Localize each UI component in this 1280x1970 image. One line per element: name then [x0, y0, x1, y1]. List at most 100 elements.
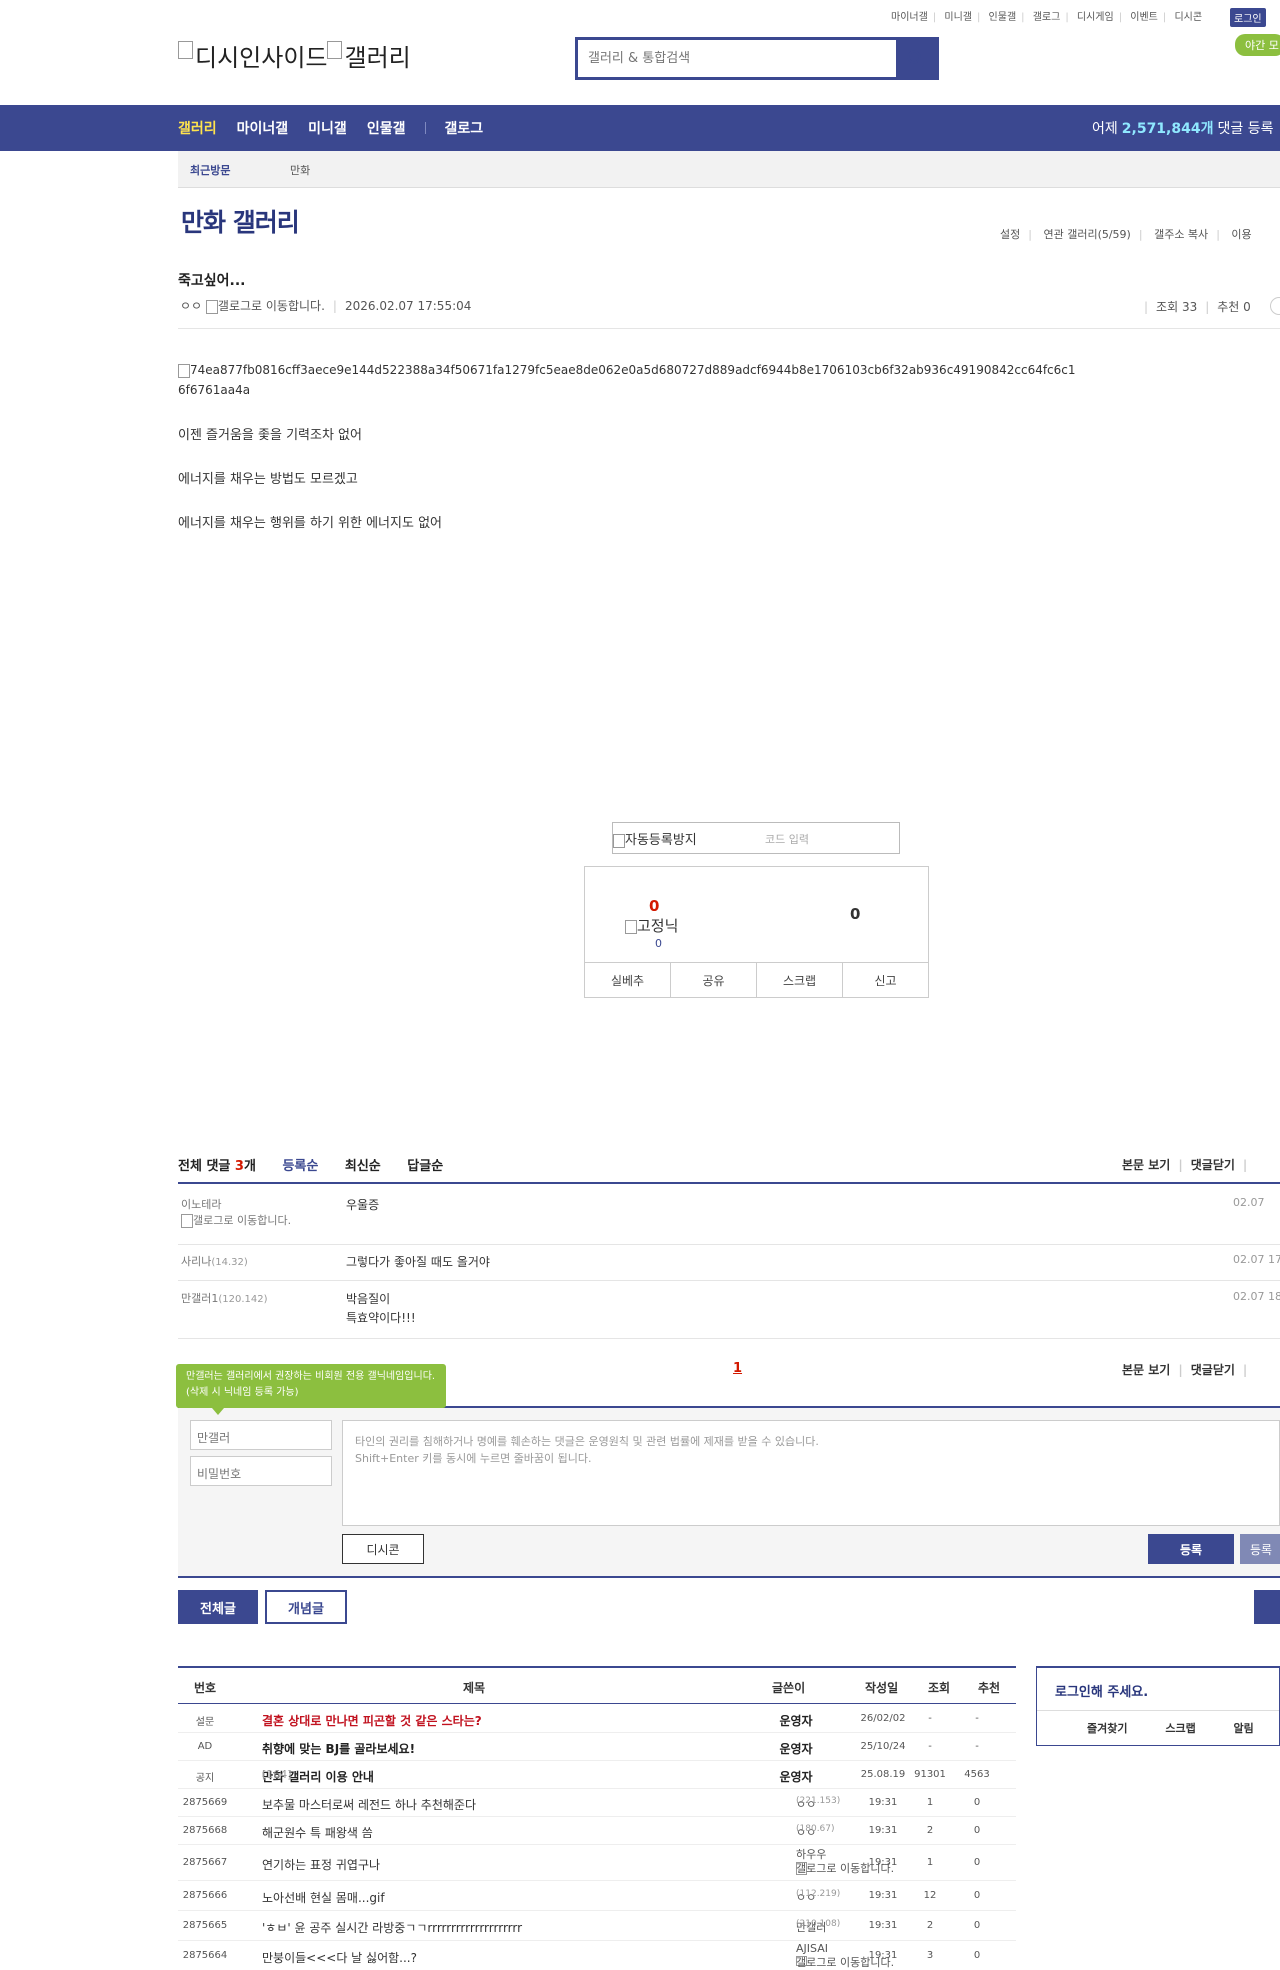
broken-image-icon: [178, 363, 190, 378]
comment-page-1[interactable]: 1: [733, 1361, 742, 1376]
search-box: [575, 37, 939, 80]
view-post-button[interactable]: 본문 보기: [1122, 1363, 1170, 1377]
comment-divider: [178, 1182, 1280, 1184]
row-title[interactable]: 만붕이들<<<다 날 싫어함...?: [262, 1949, 417, 1966]
close-comments-button[interactable]: 댓글닫기: [1191, 1363, 1235, 1377]
top-link-event[interactable]: 이벤트: [1130, 8, 1158, 23]
submit-recommend-button[interactable]: 등록: [1240, 1534, 1280, 1564]
post-row[interactable]: 2875668 해군원수 특 패왕색 씀 ㅇㅇ (180.67) 19:31 2…: [178, 1818, 1016, 1845]
row-writer[interactable]: 운영자: [734, 1768, 858, 1785]
row-views: 2: [926, 1920, 934, 1931]
sort-latest[interactable]: 최신순: [345, 1159, 381, 1174]
post-row[interactable]: AD 취향에 맞는 BJ를 골라보세요! 운영자 25/10/24 - -: [178, 1734, 1016, 1761]
search-icon: [907, 50, 924, 67]
report-button[interactable]: 신고: [842, 963, 928, 997]
row-writer[interactable]: 운영자: [734, 1712, 858, 1729]
nav-mini[interactable]: 미니갤: [308, 118, 347, 138]
comment-nick[interactable]: 이노테라: [181, 1198, 221, 1211]
scrap-link[interactable]: 스크랩: [1165, 1722, 1195, 1735]
gallery-settings[interactable]: 설정: [1000, 228, 1020, 241]
row-title[interactable]: 'ㅎㅂ' 윤 공주 실시간 라방중ㄱㄱrrrrrrrrrrrrrrrrrrrr: [262, 1919, 522, 1936]
notification-link[interactable]: 알림: [1234, 1722, 1254, 1735]
login-button[interactable]: 로그인: [1230, 8, 1266, 27]
post-row[interactable]: 2875667 연기하는 표정 귀엽구나 하우우 갤로그로 이동합니다. 19:3…: [178, 1846, 1016, 1881]
post-row[interactable]: 2875669 보추물 마스터로써 레전드 하나 추천해준다 ㅇㅇ (221.1…: [178, 1790, 1016, 1817]
close-comments-button[interactable]: 댓글닫기: [1191, 1158, 1235, 1172]
row-title[interactable]: 노아선배 현실 몸매...gif: [262, 1889, 385, 1906]
search-input[interactable]: [578, 40, 896, 77]
post-line-1: 이젠 즐거움을 좇을 기력조차 없어: [178, 428, 362, 443]
view-post-button[interactable]: 본문 보기: [1122, 1158, 1170, 1172]
scrap-button[interactable]: 스크랩: [756, 963, 842, 997]
comment-form: 만갤러 비밀번호 타인의 권리를 침해하거나 명예를 훼손하는 댓글은 운영원칙…: [178, 1408, 1280, 1576]
search-button[interactable]: [896, 40, 936, 77]
recommend-down-count: 0: [850, 905, 861, 923]
share-button[interactable]: 공유: [670, 963, 756, 997]
post-row[interactable]: 2875666 노아선배 현실 몸매...gif ㅇㅇ (112.219) 19…: [178, 1882, 1016, 1911]
nickname-field[interactable]: 만갤러: [190, 1420, 332, 1450]
password-field[interactable]: 비밀번호: [190, 1456, 332, 1486]
comment-text: 박음질이: [346, 1292, 391, 1306]
post-author[interactable]: ㅇㅇ: [180, 299, 202, 313]
nav-gallog[interactable]: 갤로그: [444, 118, 483, 138]
submit-comment-button[interactable]: 등록: [1148, 1534, 1234, 1564]
row-title[interactable]: 해군원수 특 패왕색 씀: [262, 1824, 373, 1841]
post-row[interactable]: 설문 결혼 상대로 만나면 피곤할 것 같은 스타는? 운영자 26/02/02…: [178, 1706, 1016, 1733]
stat-prefix: 어제: [1092, 121, 1118, 137]
site-logo[interactable]: 디시인사이드 갤러리: [178, 38, 411, 73]
row-comment-count[interactable]: [164]: [262, 1768, 292, 1781]
top-link-gallog[interactable]: 갤로그: [1033, 8, 1061, 23]
related-galleries[interactable]: 연관 갤러리(5/59): [1043, 228, 1130, 241]
comment-nick[interactable]: 사리나: [181, 1255, 211, 1268]
dccon-button[interactable]: 디시콘: [342, 1534, 424, 1564]
post-row[interactable]: 2875664 만붕이들<<<다 날 싫어함...? AJISAI 갤로그로 이동…: [178, 1942, 1016, 1969]
captcha-input[interactable]: 코드 입력: [765, 831, 809, 847]
row-title[interactable]: 결혼 상대로 만나면 피곤할 것 같은 스타는?: [262, 1712, 482, 1729]
comment-date: 02.07 18: [1233, 1290, 1280, 1303]
gallery-usage[interactable]: 이용: [1231, 228, 1251, 241]
row-writer[interactable]: AJISAI: [796, 1942, 828, 1956]
comment-notice-2: Shift+Enter 키를 동시에 누르면 줄바꿈이 됩니다.: [355, 1452, 592, 1465]
recent-item[interactable]: 만화: [290, 162, 310, 178]
top-link-mini[interactable]: 미니갤: [944, 8, 972, 23]
copy-gallery-url[interactable]: 갤주소 복사: [1154, 228, 1208, 241]
nav-minor[interactable]: 마이너갤: [237, 118, 289, 138]
nav-person[interactable]: 인물갤: [367, 118, 406, 138]
stat-count: 2,571,844개: [1121, 121, 1214, 137]
top-link-game[interactable]: 디시게임: [1077, 8, 1114, 23]
favorites-link[interactable]: 즐겨찾기: [1087, 1722, 1127, 1735]
more-icon[interactable]: [1270, 297, 1280, 315]
comment-nick[interactable]: 만갤러1: [181, 1292, 218, 1305]
row-title[interactable]: 연기하는 표정 귀엽구나: [262, 1856, 380, 1873]
row-writer[interactable]: 하우우: [796, 1848, 826, 1862]
post-row[interactable]: 공지 만화 갤러리 이용 안내 [164] 운영자 25.08.19 91301…: [178, 1762, 1016, 1789]
gallery-title[interactable]: 만화 갤러리: [181, 203, 300, 239]
all-posts-tab[interactable]: 전체글: [178, 1590, 258, 1624]
post-row[interactable]: 2875665 'ㅎㅂ' 윤 공주 실시간 라방중ㄱㄱrrrrrrrrrrrrr…: [178, 1912, 1016, 1941]
login-prompt[interactable]: 로그인해 주세요.: [1055, 1681, 1148, 1700]
comment-header: 전체 댓글 3개 등록순 최신순 답글순: [178, 1155, 443, 1174]
sort-registered[interactable]: 등록순: [282, 1159, 318, 1174]
nav-gallery[interactable]: 갤러리: [178, 118, 217, 138]
comment-textarea[interactable]: 타인의 권리를 침해하거나 명예를 훼손하는 댓글은 운영원칙 및 관련 법률에…: [342, 1420, 1280, 1526]
top-link-person[interactable]: 인물갤: [989, 8, 1017, 23]
gallog-link[interactable]: 갤로그로 이동합니다.: [218, 299, 325, 313]
best-recommend-button[interactable]: 실베추: [585, 963, 670, 997]
row-views: -: [928, 1741, 932, 1752]
captcha-box: 자동등록방지 코드 입력: [612, 822, 900, 854]
col-date: 작성일: [865, 1681, 899, 1695]
write-button[interactable]: [1254, 1590, 1280, 1624]
best-posts-tab[interactable]: 개념글: [265, 1590, 347, 1624]
row-recommend: 4563: [964, 1769, 990, 1780]
night-mode-button[interactable]: 야간 모: [1235, 34, 1280, 56]
top-link-dccon[interactable]: 디시콘: [1174, 8, 1202, 23]
comment-gallog[interactable]: 갤로그로 이동합니다.: [193, 1214, 291, 1227]
row-title[interactable]: 취향에 맞는 BJ를 골라보세요!: [262, 1740, 415, 1757]
recent-label[interactable]: 최근방문: [190, 162, 230, 178]
row-recommend: 0: [973, 1825, 981, 1836]
row-recommend: -: [975, 1713, 979, 1724]
row-title[interactable]: 보추물 마스터로써 레전드 하나 추천해준다: [262, 1796, 476, 1813]
row-writer[interactable]: 운영자: [734, 1740, 858, 1757]
top-link-minor[interactable]: 마이너갤: [891, 8, 928, 23]
sort-reply[interactable]: 답글순: [407, 1159, 443, 1174]
